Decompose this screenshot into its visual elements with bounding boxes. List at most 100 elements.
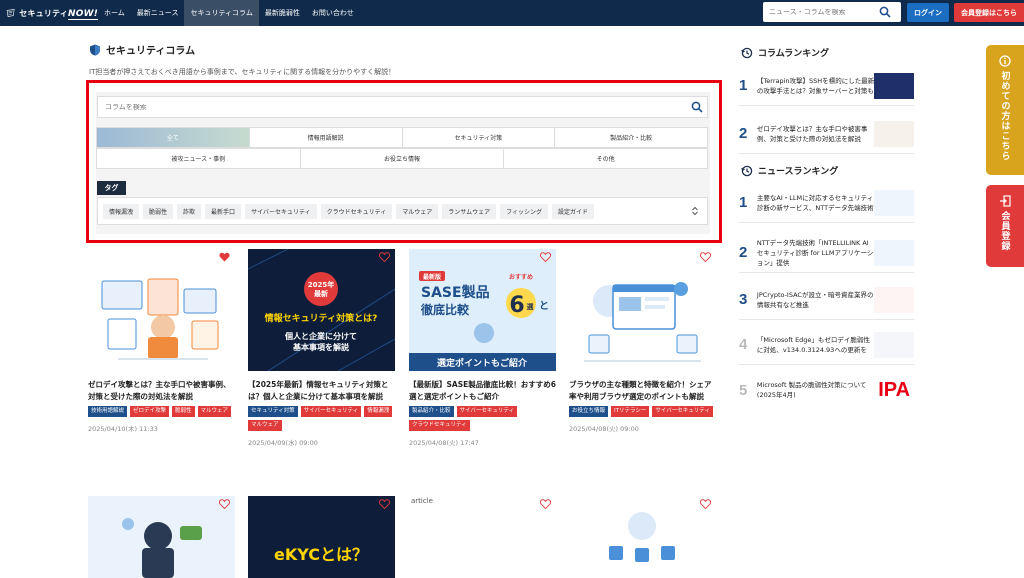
article-tag[interactable]: 脆弱性	[172, 406, 195, 417]
tag-item[interactable]: 情報漏洩	[103, 203, 140, 219]
category-measures[interactable]: セキュリティ対策	[401, 127, 556, 148]
ranking-item[interactable]: 2 NTTデータ先端技術「INTELLILINK AIセキュリティ診断 for …	[739, 233, 914, 273]
article-title[interactable]: ゼロデイ攻撃とは？主な手口や被害事例、対策と受けた際の対処法を解説	[88, 379, 235, 403]
ranking-item[interactable]: 4 「Microsoft Edge」もゼロデイ脆弱性に対処、v134.0.312…	[739, 325, 914, 365]
article-tag[interactable]: 製品紹介・比較	[409, 406, 454, 417]
search-icon[interactable]	[691, 101, 703, 113]
favorite-heart-icon[interactable]	[700, 499, 711, 509]
category-incidents[interactable]: 被攻ニュース・事例	[96, 148, 301, 169]
tag-item[interactable]: サイバーセキュリティ	[245, 203, 317, 219]
first-time-tab[interactable]: 初めての方はこちら	[986, 45, 1024, 175]
favorite-heart-icon[interactable]	[379, 252, 390, 262]
tag-item[interactable]: マルウェア	[396, 203, 439, 219]
rank-thumbnail[interactable]	[874, 189, 914, 216]
article-thumbnail[interactable]	[569, 249, 716, 371]
favorite-heart-icon[interactable]	[540, 499, 551, 509]
article-thumbnail[interactable]: 最新版 おすすめ SASE製品 徹底比較 6 選 と 選定ポイントもご紹介	[409, 249, 556, 371]
article-tag[interactable]: 技術用語解説	[88, 406, 128, 417]
nav-home[interactable]: ホーム	[98, 0, 131, 26]
rank-title[interactable]: 【Terrapin攻撃】SSHを標的にした最新の攻撃手法とは？対象サーバーと対策…	[757, 76, 874, 96]
rank-title[interactable]: 主要なAI・LLMに対応するセキュリティ診断の新サービス、NTTデータ先端技術	[757, 193, 874, 213]
ranking-item[interactable]: 1 主要なAI・LLMに対応するセキュリティ診断の新サービス、NTTデータ先端技…	[739, 183, 914, 223]
column-search-input[interactable]	[98, 103, 691, 111]
search-icon[interactable]	[879, 6, 891, 18]
category-all[interactable]: 全て	[96, 127, 250, 148]
rank-title[interactable]: JPCrypto-ISACが設立・暗号資産業界の情報共有など推進	[757, 290, 874, 310]
expand-toggle-icon[interactable]	[691, 206, 699, 216]
nav-security-column[interactable]: セキュリティコラム	[184, 0, 259, 26]
article-title[interactable]: 【最新版】SASE製品徹底比較！おすすめ6選と選定ポイントもご紹介	[409, 379, 556, 403]
article-thumbnail[interactable]: 2025年 最新 情報セキュリティ対策とは? 個人と企業に分けて 基本事項を解説	[248, 249, 395, 371]
rank-title[interactable]: Microsoft 製品の脆弱性対策について(2025年4月)	[757, 380, 874, 400]
favorite-heart-icon[interactable]	[219, 252, 230, 262]
nav-news[interactable]: 最新ニュース	[131, 0, 185, 26]
site-logo[interactable]: セキュリティNOW!	[0, 0, 98, 26]
favorite-heart-icon[interactable]	[540, 252, 551, 262]
ranking-item[interactable]: 2 ゼロデイ攻撃とは？主な手口や被害事例、対策と受けた際の対処法を解説	[739, 114, 914, 154]
tag-item[interactable]: クラウドセキュリティ	[320, 203, 393, 219]
article-tag[interactable]: ゼロデイ攻撃	[130, 406, 170, 417]
ranking-item[interactable]: 5 Microsoft 製品の脆弱性対策について(2025年4月) IPA	[739, 370, 914, 410]
article-tag[interactable]: クラウドセキュリティ	[409, 420, 470, 431]
favorite-heart-icon[interactable]	[700, 252, 711, 262]
article-tag[interactable]: お役立ち情報	[569, 406, 609, 417]
article-card[interactable]	[569, 496, 716, 578]
article-title[interactable]: 【2025年最新】情報セキュリティ対策とは？個人と企業に分けて基本事項を解説	[248, 379, 395, 403]
article-thumbnail[interactable]	[88, 496, 235, 578]
rank-title[interactable]: 「Microsoft Edge」もゼロデイ脆弱性に対処、v134.0.3124.…	[757, 335, 874, 355]
ranking-item[interactable]: 1 【Terrapin攻撃】SSHを標的にした最新の攻撃手法とは？対象サーバーと…	[739, 66, 914, 106]
article-card[interactable]	[88, 496, 235, 578]
article-thumbnail[interactable]	[569, 496, 716, 578]
tag-item[interactable]: 脆弱性	[143, 203, 174, 219]
register-tab[interactable]: 会員登録	[986, 185, 1024, 267]
rank-title[interactable]: ゼロデイ攻撃とは？主な手口や被害事例、対策と受けた際の対処法を解説	[757, 124, 874, 144]
header-search-input[interactable]	[763, 8, 879, 16]
article-tag[interactable]: ITリテラシー	[611, 406, 650, 417]
tag-item[interactable]: 詐欺	[177, 203, 202, 219]
favorite-heart-icon[interactable]	[219, 499, 230, 509]
article-card[interactable]: 最新版 おすすめ SASE製品 徹底比較 6 選 と 選定ポイントもご紹介 【最…	[409, 249, 556, 447]
article-thumbnail[interactable]: eKYCとは？	[248, 496, 395, 578]
rank-thumbnail[interactable]	[874, 72, 914, 99]
article-tag[interactable]: サイバーセキュリティ	[456, 406, 518, 417]
browser-illustration	[584, 282, 701, 362]
tag-item[interactable]: 設定ガイド	[552, 203, 595, 219]
article-tag[interactable]: サイバーセキュリティ	[652, 406, 713, 417]
nav-vulnerabilities[interactable]: 最新脆弱性	[259, 0, 306, 26]
rank-thumbnail[interactable]	[874, 239, 914, 266]
tag-item[interactable]: ランサムウェア	[442, 203, 497, 219]
ranking-item[interactable]: 3 JPCrypto-ISACが設立・暗号資産業界の情報共有など推進	[739, 280, 914, 320]
nav-contact[interactable]: お問い合わせ	[306, 0, 360, 26]
category-tips[interactable]: お役立ち情報	[299, 148, 505, 169]
rank-thumbnail[interactable]	[874, 286, 914, 313]
article-tag[interactable]: 情報漏洩	[364, 406, 393, 417]
rank-thumbnail[interactable]	[874, 120, 914, 147]
article-thumbnail[interactable]: article	[409, 496, 556, 578]
article-tag[interactable]: セキュリティ対策	[248, 406, 298, 417]
article-title[interactable]: ブラウザの主な種類と特徴を紹介！シェア率や利用ブラウザ選定のポイントも解説	[569, 379, 716, 403]
login-button[interactable]: ログイン	[907, 3, 949, 22]
article-tag[interactable]: サイバーセキュリティ	[300, 406, 362, 417]
rank-title[interactable]: NTTデータ先端技術「INTELLILINK AIセキュリティ診断 for LL…	[757, 238, 874, 268]
banner-year: 2025年	[308, 280, 334, 289]
tag-item[interactable]: フィッシング	[500, 203, 549, 219]
ipa-logo[interactable]: IPA	[874, 377, 914, 403]
article-thumbnail[interactable]	[88, 249, 235, 371]
category-products[interactable]: 製品紹介・比較	[554, 127, 708, 148]
article-card[interactable]: ブラウザの主な種類と特徴を紹介！シェア率や利用ブラウザ選定のポイントも解説 お役…	[569, 249, 716, 433]
category-terms[interactable]: 情報用語解説	[248, 127, 403, 148]
article-card[interactable]: article	[409, 496, 556, 578]
article-tag[interactable]: マルウェア	[197, 406, 232, 417]
register-button[interactable]: 会員登録はこちら	[954, 3, 1024, 22]
article-tags: お役立ち情報 ITリテラシー サイバーセキュリティ	[569, 406, 716, 417]
article-card[interactable]: eKYCとは？	[248, 496, 395, 578]
tag-item[interactable]: 最新手口	[205, 203, 242, 219]
favorite-heart-icon[interactable]	[379, 499, 390, 509]
article-tag[interactable]: マルウェア	[248, 420, 282, 431]
article-card[interactable]: ゼロデイ攻撃とは？主な手口や被害事例、対策と受けた際の対処法を解説 技術用語解説…	[88, 249, 235, 433]
article-card[interactable]: 2025年 最新 情報セキュリティ対策とは? 個人と企業に分けて 基本事項を解説…	[248, 249, 395, 447]
page-title-text: セキュリティコラム	[106, 46, 196, 57]
category-row-2: 被攻ニュース・事例 お役立ち情報 その他	[96, 148, 709, 169]
category-other[interactable]: その他	[503, 148, 709, 169]
rank-thumbnail[interactable]	[874, 331, 914, 358]
